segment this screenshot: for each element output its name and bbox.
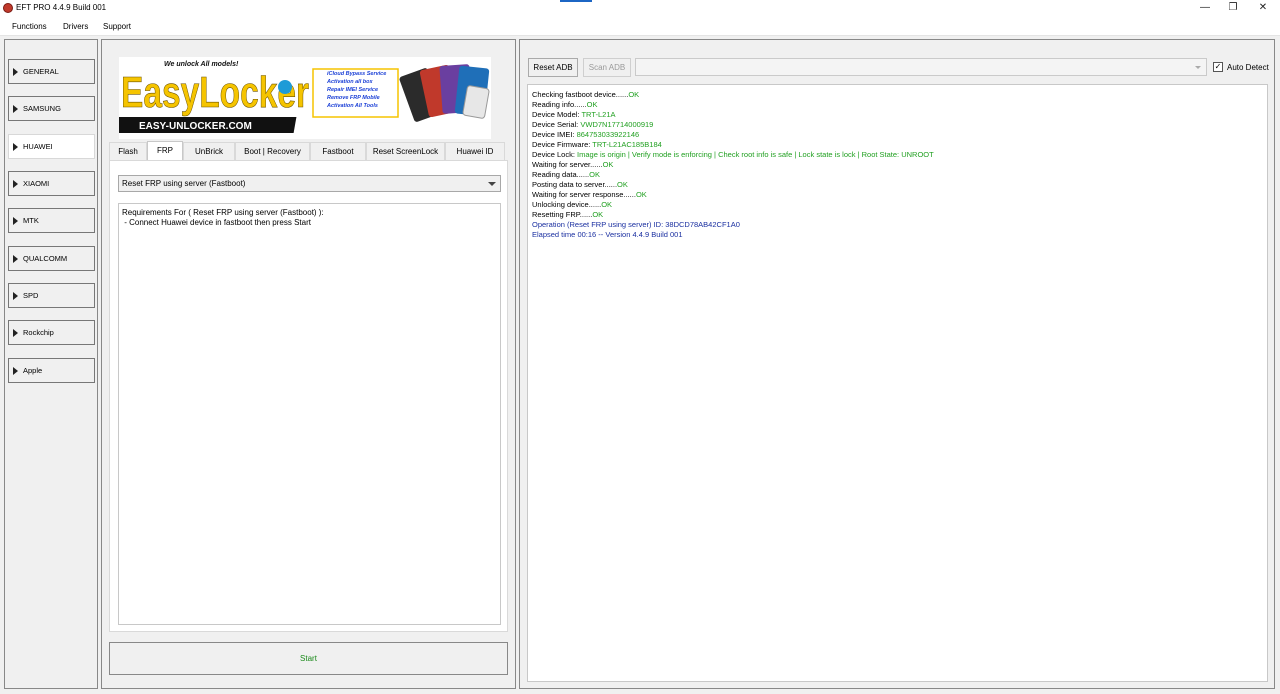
log-output: Checking fastboot device......OK Reading… [527, 84, 1268, 682]
requirements-line: - Connect Huawei device in fastboot then… [122, 218, 311, 227]
operation-select-value: Reset FRP using server (Fastboot) [122, 179, 246, 188]
operation-select[interactable]: Reset FRP using server (Fastboot) [118, 175, 501, 192]
auto-detect-checkbox[interactable]: ✓ [1213, 62, 1223, 72]
lock-icon [278, 80, 292, 94]
category-huawei[interactable]: HUAWEI [8, 134, 95, 159]
log-line: Waiting for server response......OK [532, 190, 647, 199]
triangle-right-icon [13, 292, 18, 300]
log-line: Device Model: TRT-L21A [532, 110, 616, 119]
triangle-right-icon [13, 329, 18, 337]
log-line: Device Lock: Image is origin | Verify mo… [532, 150, 934, 159]
category-label: Apple [23, 366, 43, 375]
log-line: Waiting for server......OK [532, 160, 614, 169]
category-xiaomi[interactable]: XIAOMI [8, 171, 95, 196]
banner-url: EASY-UNLOCKER.COM [139, 121, 252, 132]
category-label: MTK [23, 216, 39, 225]
tab-reset-screenlock[interactable]: Reset ScreenLock [366, 142, 445, 160]
menu-functions[interactable]: Functions [12, 22, 47, 31]
menu-drivers[interactable]: Drivers [63, 22, 88, 31]
category-spd[interactable]: SPD [8, 283, 95, 308]
restore-icon[interactable]: ❐ [1218, 0, 1248, 15]
chevron-down-icon [488, 182, 496, 186]
menu-bar: Functions Drivers Support [0, 17, 1280, 36]
requirements-title: Requirements For ( Reset FRP using serve… [122, 208, 324, 217]
category-label: HUAWEI [23, 142, 53, 151]
category-rockchip[interactable]: Rockchip [8, 320, 95, 345]
start-button[interactable]: Start [109, 642, 508, 675]
tab-unbrick[interactable]: UnBrick [183, 142, 235, 160]
log-line: Device IMEI: 864753033922146 [532, 130, 640, 139]
tab-frp[interactable]: FRP [147, 141, 183, 161]
category-label: QUALCOMM [23, 254, 68, 263]
triangle-right-icon [13, 143, 18, 151]
window-title: EFT PRO 4.4.9 Build 001 [16, 3, 107, 12]
svg-text:iCloud Bypass Service: iCloud Bypass Service [327, 71, 386, 77]
requirements-box: Requirements For ( Reset FRP using serve… [118, 203, 501, 625]
category-label: SPD [23, 291, 39, 300]
tab-huawei-id[interactable]: Huawei ID [445, 142, 505, 160]
svg-text:Activation All Tools: Activation All Tools [326, 103, 378, 109]
log-line: Resetting FRP......OK [532, 210, 604, 219]
minimize-icon[interactable]: — [1190, 0, 1220, 15]
log-line: Reading info......OK [532, 100, 598, 109]
app-icon [3, 3, 13, 13]
category-label: SAMSUNG [23, 104, 61, 113]
category-label: XIAOMI [23, 179, 50, 188]
svg-text:Activation all box: Activation all box [326, 79, 373, 85]
svg-text:Repair IMEI Service: Repair IMEI Service [327, 87, 378, 93]
banner-tagline: We unlock All models! [164, 61, 239, 68]
operation-panel: We unlock All models! EasyLocker EASY-UN… [101, 39, 516, 689]
triangle-right-icon [13, 367, 18, 375]
triangle-right-icon [13, 105, 18, 113]
category-label: Rockchip [23, 328, 54, 337]
triangle-right-icon [13, 217, 18, 225]
auto-detect-label: Auto Detect [1227, 63, 1269, 72]
category-label: GENERAL [23, 67, 59, 76]
triangle-right-icon [13, 180, 18, 188]
menu-support[interactable]: Support [103, 22, 131, 31]
category-general[interactable]: GENERAL [8, 59, 95, 84]
svg-text:Remove FRP Mobile: Remove FRP Mobile [327, 95, 380, 101]
tab-flash[interactable]: Flash [109, 142, 147, 160]
log-line: Reading data......OK [532, 170, 600, 179]
triangle-right-icon [13, 68, 18, 76]
title-bar: EFT PRO 4.4.9 Build 001 — ❐ ✕ [0, 0, 1280, 17]
dongle-boxes-image [399, 64, 490, 122]
easylocker-banner: We unlock All models! EasyLocker EASY-UN… [119, 57, 491, 139]
log-line: Device Serial: VWD7N17714000919 [532, 120, 654, 129]
log-line: Posting data to server......OK [532, 180, 628, 189]
tab-fastboot[interactable]: Fastboot [310, 142, 366, 160]
category-qualcomm[interactable]: QUALCOMM [8, 246, 95, 271]
triangle-right-icon [13, 255, 18, 263]
scan-adb-button[interactable]: Scan ADB [583, 58, 631, 77]
close-icon[interactable]: ✕ [1248, 0, 1278, 15]
frp-tab-page: Reset FRP using server (Fastboot) Requir… [109, 160, 508, 632]
category-panel: GENERAL SAMSUNG HUAWEI XIAOMI MTK QUALCO… [4, 39, 98, 689]
category-samsung[interactable]: SAMSUNG [8, 96, 95, 121]
device-combo[interactable] [635, 58, 1207, 76]
log-line-elapsed: Elapsed time 00:16 -- Version 4.4.9 Buil… [532, 230, 683, 239]
log-panel: Reset ADB Scan ADB ✓ Auto Detect Checkin… [519, 39, 1275, 689]
log-line: Device Firmware: TRT-L21AC185B184 [532, 140, 662, 149]
log-line-operation: Operation (Reset FRP using server) ID: 3… [532, 220, 740, 229]
chevron-down-icon [1195, 66, 1201, 69]
category-apple[interactable]: Apple [8, 358, 95, 383]
reset-adb-button[interactable]: Reset ADB [528, 58, 578, 77]
log-line: Unlocking device......OK [532, 200, 613, 209]
tab-strip: Flash FRP UnBrick Boot | Recovery Fastbo… [109, 141, 507, 161]
category-mtk[interactable]: MTK [8, 208, 95, 233]
tab-boot-recovery[interactable]: Boot | Recovery [235, 142, 310, 160]
title-accent-bar [560, 0, 592, 2]
log-line: Checking fastboot device......OK [532, 90, 640, 99]
